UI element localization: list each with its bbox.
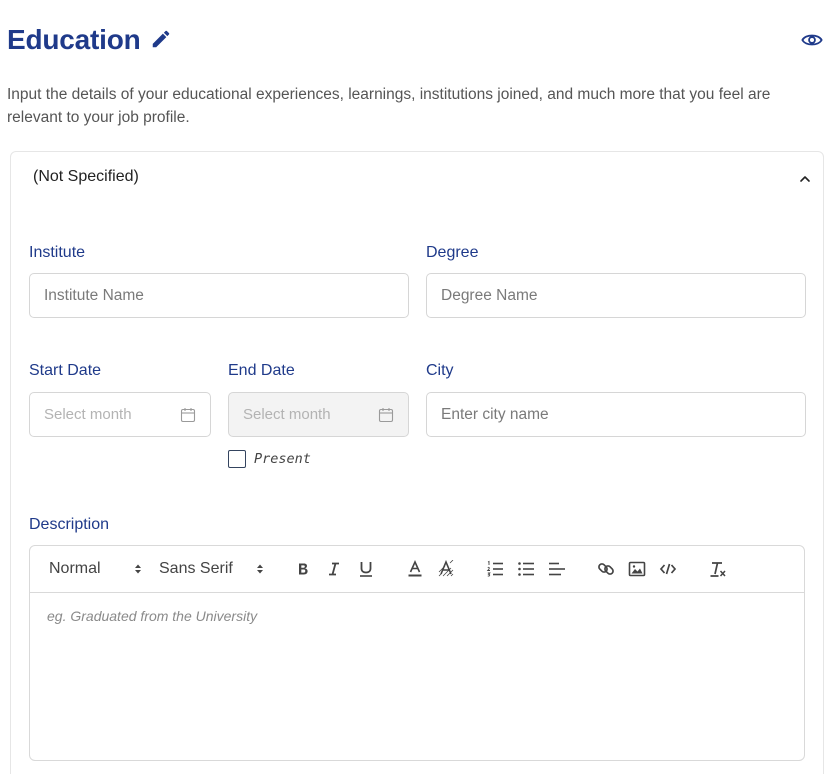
eye-icon[interactable]: [801, 30, 823, 50]
section-header: Education: [7, 22, 825, 58]
institute-field: [29, 273, 409, 318]
chevron-up-icon[interactable]: [799, 174, 811, 184]
image-button[interactable]: [628, 556, 646, 582]
section-description: Input the details of your educational ex…: [7, 86, 771, 126]
image-icon: [628, 561, 646, 577]
rich-text-editor: Normal Sans Serif eg. Graduated from the…: [29, 545, 805, 761]
end-date-field: [228, 392, 409, 437]
pencil-icon[interactable]: [150, 28, 172, 50]
institute-input[interactable]: [30, 274, 408, 317]
start-date-input[interactable]: [30, 393, 210, 436]
link-button[interactable]: [597, 556, 615, 582]
link-icon: [598, 563, 614, 575]
bold-icon: [299, 563, 308, 575]
text-color-button[interactable]: [407, 556, 423, 582]
text-color-icon: [408, 560, 422, 577]
city-input[interactable]: [427, 393, 805, 436]
code-button[interactable]: [659, 556, 677, 582]
background-color-button[interactable]: [437, 556, 455, 582]
editor-placeholder[interactable]: eg. Graduated from the University: [47, 608, 257, 624]
updown-arrow-icon: [135, 564, 141, 574]
entry-title[interactable]: (Not Specified): [33, 168, 139, 186]
align-left-button[interactable]: [548, 556, 566, 582]
format-select-label: Normal: [49, 560, 101, 577]
underline-button[interactable]: [358, 556, 374, 582]
end-date-label: End Date: [228, 362, 295, 379]
institute-label: Institute: [29, 244, 86, 261]
font-select-label: Sans Serif: [159, 560, 233, 577]
ordered-list-button[interactable]: [486, 556, 504, 582]
background-color-icon: [438, 560, 454, 577]
city-label: City: [426, 362, 454, 379]
underline-icon: [360, 562, 372, 577]
format-select[interactable]: Normal: [49, 556, 101, 582]
page-title: Education: [7, 24, 141, 55]
degree-label: Degree: [426, 244, 479, 261]
ordered-list-icon: [486, 560, 503, 577]
updown-arrow-icon: [257, 564, 263, 574]
start-date-label: Start Date: [29, 362, 102, 379]
clear-format-button[interactable]: [709, 556, 727, 582]
code-icon: [659, 563, 677, 575]
font-select[interactable]: Sans Serif: [159, 556, 233, 582]
start-date-field: [29, 392, 211, 437]
education-entry-card: (Not Specified) Institute Degree Start D…: [10, 151, 824, 774]
bullet-list-button[interactable]: [517, 556, 535, 582]
bullet-list-icon: [518, 562, 534, 576]
present-checkbox[interactable]: [228, 450, 246, 468]
editor-toolbar: Normal Sans Serif: [30, 546, 804, 593]
present-option: Present: [228, 449, 311, 469]
present-label: Present: [254, 451, 311, 467]
city-field: [426, 392, 806, 437]
end-date-input[interactable]: [229, 393, 408, 436]
align-left-icon: [549, 562, 565, 576]
italic-button[interactable]: [327, 556, 341, 582]
degree-input[interactable]: [427, 274, 805, 317]
description-label: Description: [29, 516, 110, 533]
clear-format-icon: [710, 562, 726, 577]
italic-icon: [329, 562, 339, 576]
bold-button[interactable]: [295, 556, 311, 582]
degree-field: [426, 273, 806, 318]
